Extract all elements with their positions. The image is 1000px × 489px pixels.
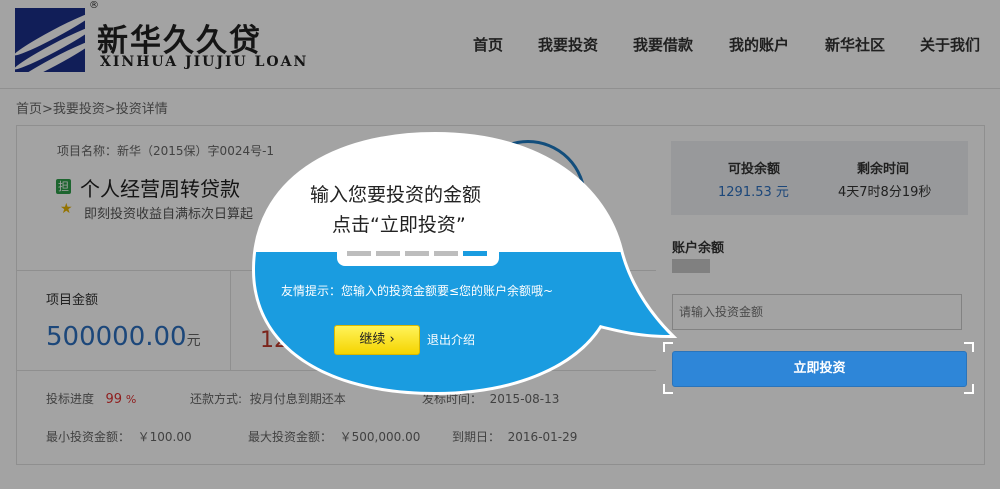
tip-hint: 友情提示：您输入的投资金额要≤您的账户余额哦~ bbox=[281, 284, 554, 298]
bubble-blue-lower bbox=[255, 314, 670, 392]
step-segment bbox=[463, 251, 487, 256]
step-segment bbox=[347, 251, 371, 256]
invest-now-button[interactable]: 立即投资 bbox=[672, 351, 967, 387]
exit-tour-link[interactable]: 退出介绍 bbox=[427, 331, 475, 348]
step-progress bbox=[347, 251, 487, 256]
tip-line-2: 点击“立即投资” bbox=[332, 214, 466, 236]
step-segment bbox=[405, 251, 429, 256]
step-segment bbox=[434, 251, 458, 256]
tour-bubble bbox=[251, 131, 678, 396]
continue-button[interactable]: 继续 › bbox=[334, 325, 420, 355]
tip-line-1: 输入您要投资的金额 bbox=[310, 184, 482, 206]
step-segment bbox=[376, 251, 400, 256]
